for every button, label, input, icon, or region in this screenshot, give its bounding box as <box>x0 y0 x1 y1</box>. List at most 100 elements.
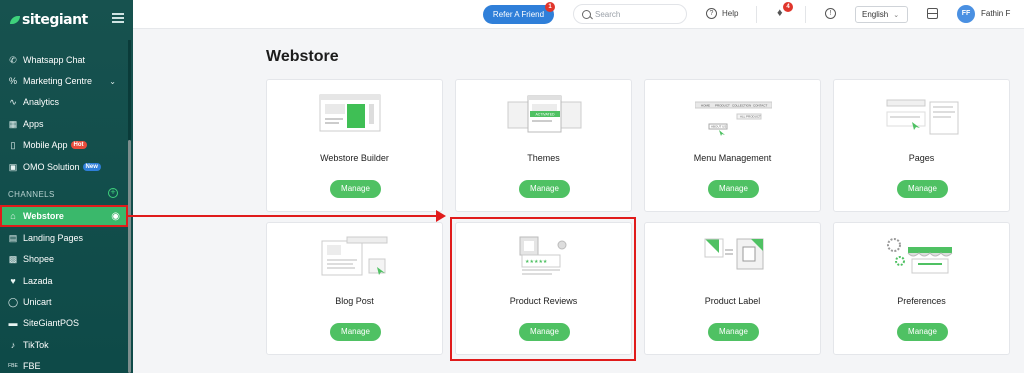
top-bar: Refer A Friend 1 Search ? Help ♦ 4 ! Eng… <box>133 0 1024 29</box>
annotation-highlight-webstore <box>0 205 128 227</box>
manage-button[interactable]: Manage <box>330 323 381 341</box>
bell-icon[interactable]: ♦ <box>777 7 783 19</box>
sidebar-item-label: Whatsapp Chat <box>23 55 86 65</box>
menu-item-text: PRODUCT <box>715 104 730 108</box>
layout-icon[interactable] <box>927 8 938 19</box>
channels-section-label: CHANNELS <box>8 190 55 199</box>
search-input[interactable]: Search <box>573 4 687 24</box>
card-title: Preferences <box>897 296 946 306</box>
card-title: Themes <box>527 153 560 163</box>
question-icon: ? <box>706 8 717 19</box>
card-title: Blog Post <box>335 296 374 306</box>
page-title: Webstore <box>266 48 339 65</box>
menu-item-text: HOME <box>701 104 710 108</box>
lazada-icon: ♥ <box>10 276 16 286</box>
sidebar-item-lazada[interactable]: ♥ Lazada <box>0 271 128 291</box>
help-label: Help <box>722 9 739 18</box>
scrollbar-thumb[interactable] <box>128 140 131 373</box>
card-pages: Pages Manage <box>833 79 1010 212</box>
sidebar-item-unicart[interactable]: ◯ Unicart <box>0 292 128 312</box>
preferences-illustration <box>887 238 953 274</box>
search-icon <box>582 9 591 19</box>
percent-icon: % <box>8 76 17 86</box>
card-preferences: Preferences Manage <box>833 222 1010 355</box>
whatsapp-icon: ✆ <box>9 54 17 65</box>
card-webstore-builder: Webstore Builder Manage <box>266 79 443 212</box>
search-placeholder: Search <box>595 9 621 19</box>
pos-icon: ▬ <box>8 318 18 328</box>
annotation-highlight-product-reviews <box>450 217 636 361</box>
manage-button[interactable]: Manage <box>708 180 759 198</box>
divider <box>805 6 806 23</box>
sidebar-item-mobile-app[interactable]: ▯ Mobile App Hot <box>0 135 128 155</box>
sidebar-item-label: FBE <box>23 361 41 371</box>
menu-item-text: COLLECTION <box>732 104 751 108</box>
sidebar-item-label: Analytics <box>23 97 60 107</box>
shopee-icon: ▩ <box>8 253 18 264</box>
sidebar-item-apps[interactable]: ▦ Apps <box>0 114 128 134</box>
omo-icon: ▣ <box>8 161 18 172</box>
sidebar-item-fbe[interactable]: FBE FBE <box>0 356 128 373</box>
analytics-icon: ∿ <box>9 96 17 107</box>
apps-icon: ▦ <box>8 118 18 129</box>
sidebar-item-sitegiantpos[interactable]: ▬ SiteGiantPOS <box>0 313 128 333</box>
sidebar-item-marketing-centre[interactable]: % Marketing Centre ⌄ <box>0 71 128 91</box>
brand-logo[interactable]: sitegiant <box>10 8 88 32</box>
sidebar-item-label: Shopee <box>23 254 55 264</box>
avatar[interactable]: FF <box>957 5 975 23</box>
card-product-label: Product Label Manage <box>644 222 821 355</box>
blog-post-illustration <box>321 236 388 276</box>
card-blog-post: Blog Post Manage <box>266 222 443 355</box>
manage-button[interactable]: Manage <box>708 323 759 341</box>
app-root: sitegiant ✆ Whatsapp Chat % Marketing Ce… <box>0 0 1024 373</box>
sidebar-item-whatsapp-chat[interactable]: ✆ Whatsapp Chat <box>0 50 128 70</box>
language-value: English <box>862 10 889 19</box>
card-menu-management: HOME PRODUCT COLLECTION CONTACT ALL PROD… <box>644 79 821 212</box>
sidebar-item-label: Lazada <box>23 276 53 286</box>
sidebar: sitegiant ✆ Whatsapp Chat % Marketing Ce… <box>0 0 133 373</box>
manage-button[interactable]: Manage <box>897 180 948 198</box>
logo-leaf-icon <box>10 16 20 24</box>
menu-sub-text: ALL PRODUCT <box>740 115 761 119</box>
sidebar-item-label: TikTok <box>23 340 49 350</box>
sidebar-item-label: Landing Pages <box>23 233 84 243</box>
menu-add-text: ABOUT US <box>711 125 726 129</box>
sidebar-item-analytics[interactable]: ∿ Analytics <box>0 92 128 112</box>
menu-item-text: CONTACT <box>753 104 767 108</box>
add-channel-icon[interactable]: + <box>108 188 118 198</box>
sidebar-scrollbar[interactable] <box>128 40 131 373</box>
manage-button[interactable]: Manage <box>519 180 570 198</box>
divider <box>756 6 757 23</box>
menu-toggle-icon[interactable] <box>112 13 124 23</box>
unicart-icon: ◯ <box>7 296 19 307</box>
chevron-down-icon: ⌄ <box>893 11 900 19</box>
help-link[interactable]: ? Help <box>706 8 738 19</box>
user-name[interactable]: Fathin F <box>981 9 1010 18</box>
refer-a-friend-button[interactable]: Refer A Friend <box>483 5 554 24</box>
mobile-icon: ▯ <box>10 139 16 150</box>
sidebar-item-label: Unicart <box>23 297 52 307</box>
sidebar-item-tiktok[interactable]: ♪ TikTok <box>0 335 128 355</box>
sidebar-item-label: Mobile App <box>23 140 68 150</box>
annotation-arrow-head <box>436 210 446 222</box>
menu-management-illustration: HOME PRODUCT COLLECTION CONTACT ALL PROD… <box>695 101 772 136</box>
sidebar-item-landing-pages[interactable]: ▤ Landing Pages <box>0 228 128 248</box>
sidebar-item-label: Apps <box>23 119 44 129</box>
card-title: Pages <box>908 153 935 163</box>
sidebar-item-omo-solution[interactable]: ▣ OMO Solution New <box>0 157 128 177</box>
manage-button[interactable]: Manage <box>330 180 381 198</box>
product-label-illustration <box>704 238 764 270</box>
card-title: Menu Management <box>693 153 772 163</box>
brand-name: sitegiant <box>22 12 88 28</box>
pages-illustration <box>886 99 959 135</box>
manage-button[interactable]: Manage <box>897 323 948 341</box>
language-select[interactable]: English ⌄ <box>855 6 908 23</box>
sidebar-item-shopee[interactable]: ▩ Shopee <box>0 249 128 269</box>
refer-count-badge: 1 <box>545 2 555 12</box>
info-icon[interactable]: ! <box>825 8 836 19</box>
card-title: Webstore Builder <box>320 153 389 163</box>
annotation-arrow-line <box>128 215 438 217</box>
tiktok-icon: ♪ <box>10 340 16 350</box>
card-title: Product Label <box>704 296 761 306</box>
sidebar-item-label: SiteGiantPOS <box>23 318 80 328</box>
